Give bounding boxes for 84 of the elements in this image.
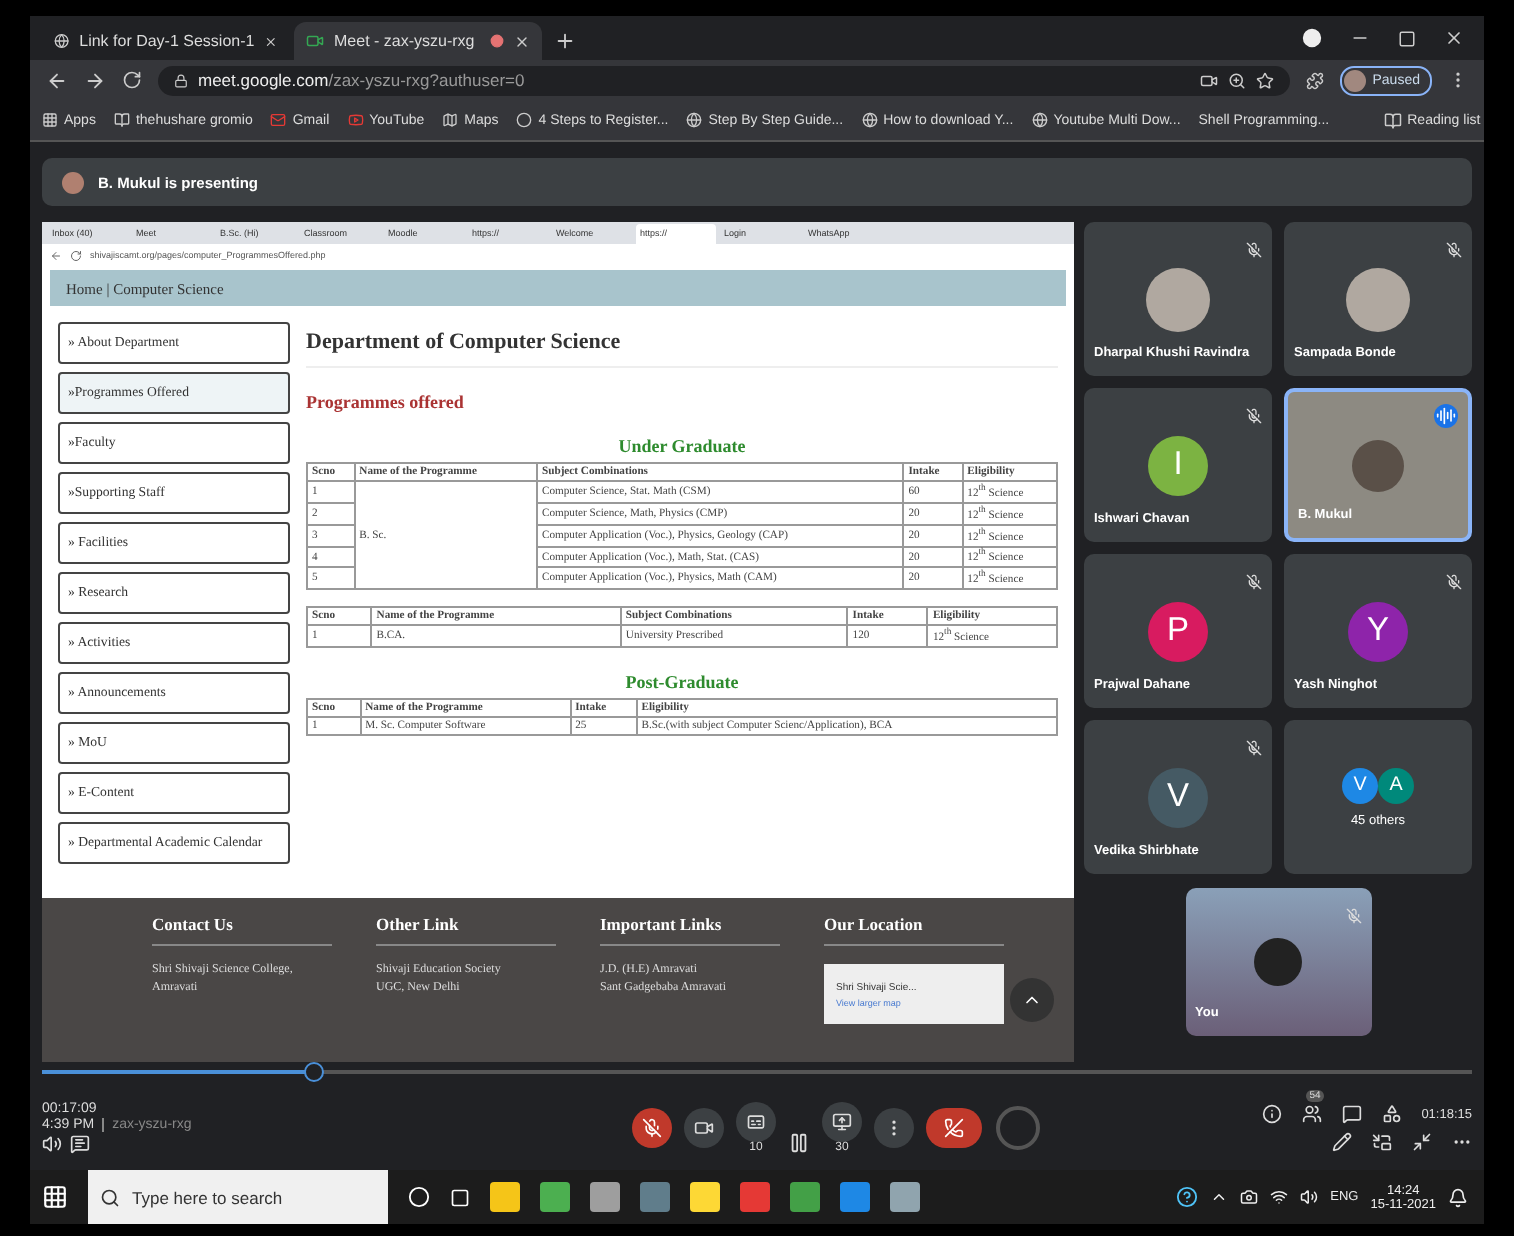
section-heading: Programmes offered [306, 390, 466, 416]
seek-thumb[interactable] [303, 1062, 324, 1082]
reload-icon[interactable] [122, 70, 142, 90]
globe-icon [54, 32, 70, 50]
media-icon[interactable] [1302, 28, 1322, 48]
search-field[interactable]: Type here to search [88, 1170, 388, 1224]
lock-icon [174, 73, 188, 87]
page-heading: Department of Computer Science [306, 322, 1058, 368]
minimize-icon[interactable] [1412, 1132, 1432, 1152]
browser-tab[interactable]: Meet - zax-yszu-rxg [294, 22, 542, 60]
more-button[interactable] [874, 1108, 914, 1148]
people-icon[interactable] [1301, 1104, 1322, 1124]
zoom-icon [1228, 71, 1247, 89]
avatar-initial: Y [1348, 601, 1408, 661]
end-call-icon [944, 1118, 964, 1138]
network-icon[interactable] [1270, 1188, 1289, 1206]
camera-icon [306, 32, 324, 50]
camera-icon[interactable] [1240, 1188, 1259, 1206]
chat-icon[interactable] [1341, 1104, 1362, 1124]
camera-button[interactable] [684, 1108, 724, 1148]
bookmark-icon [270, 112, 287, 128]
help-icon[interactable] [1176, 1186, 1199, 1208]
bookmark-icon [1031, 112, 1048, 128]
avatar-circle [1146, 267, 1210, 331]
star-icon[interactable] [1256, 71, 1275, 89]
bookmark-icon [42, 112, 58, 128]
search-icon [100, 1187, 120, 1207]
footer-title: Important Links [600, 914, 780, 946]
bookmark-icon [516, 112, 533, 128]
end-call-button[interactable] [926, 1108, 982, 1148]
mic-off-icon [642, 1118, 662, 1138]
footer-title: Contact Us [152, 914, 332, 946]
avatar-circle [1346, 267, 1410, 331]
captions-icon [746, 1112, 766, 1132]
bookmark-icon [686, 112, 703, 128]
footer-title: Other Link [376, 914, 556, 946]
avatar-initial: A [1378, 767, 1414, 803]
back-icon[interactable] [46, 69, 68, 91]
browser-tab[interactable]: Link for Day-1 Session-1 [42, 22, 290, 60]
mic-button[interactable] [632, 1108, 672, 1148]
avatar-initial: V [1148, 767, 1208, 827]
extension-icon[interactable] [1306, 71, 1325, 89]
reading-list-icon [1383, 111, 1402, 129]
volume-icon[interactable] [42, 1134, 62, 1154]
captions-button[interactable] [736, 1102, 776, 1142]
chevron-up-icon[interactable] [1210, 1188, 1229, 1206]
reload-icon [70, 249, 82, 261]
footer-title: Our Location [824, 914, 1004, 946]
close-icon[interactable] [264, 33, 278, 49]
start-icon[interactable] [42, 1184, 68, 1210]
avatar-initial: V [1342, 767, 1378, 803]
activities-icon[interactable] [1381, 1104, 1402, 1124]
new-tab-icon[interactable] [554, 30, 576, 52]
app-logo-icon [1254, 938, 1302, 986]
task-view-icon[interactable] [450, 1187, 470, 1207]
section-title: Under Graduate [616, 434, 748, 460]
address-bar[interactable]: meet.google.com/zax-yszu-rxg?authuser=0 [158, 65, 1291, 95]
present-button[interactable] [822, 1102, 862, 1142]
picture-in-picture-icon[interactable] [1372, 1132, 1392, 1152]
speaking-icon [1434, 404, 1458, 428]
bookmark-icon [113, 112, 130, 128]
camera-icon [1200, 71, 1219, 89]
present-screen-icon [832, 1112, 852, 1132]
pencil-icon[interactable] [1332, 1132, 1352, 1152]
bookmark-icon [861, 112, 878, 128]
camera-icon [694, 1118, 714, 1138]
person-silhouette [1352, 439, 1404, 491]
close-icon[interactable] [1444, 28, 1464, 48]
avatar-circle [62, 171, 84, 193]
cortana-icon[interactable] [408, 1186, 430, 1208]
volume-icon[interactable] [1300, 1188, 1319, 1206]
close-icon[interactable] [514, 33, 530, 49]
bookmark-icon [347, 112, 364, 128]
restore-icon[interactable] [1398, 29, 1416, 47]
avatar-initial: P [1148, 601, 1208, 661]
forward-icon[interactable] [84, 69, 106, 91]
notification-icon[interactable] [1448, 1187, 1468, 1207]
back-icon [50, 249, 62, 261]
info-icon[interactable] [1261, 1104, 1282, 1124]
bookmark-icon [442, 112, 459, 128]
captions-icon[interactable] [70, 1134, 90, 1154]
section-title: Post-Graduate [623, 670, 741, 697]
pause-icon[interactable] [788, 1131, 810, 1153]
avatar-initial: I [1148, 435, 1208, 495]
